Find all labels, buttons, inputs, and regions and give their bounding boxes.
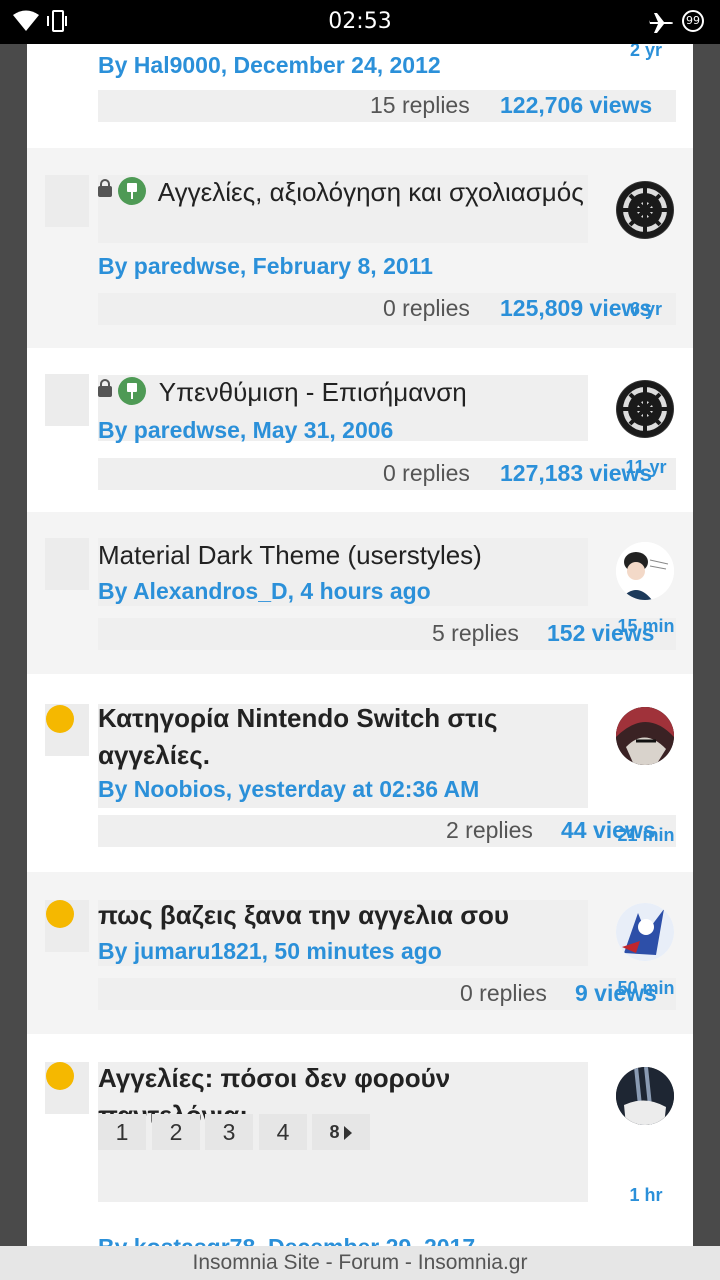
last-post-time[interactable]: 11 yr (602, 457, 690, 478)
status-bar: 02:53 99 (0, 0, 720, 44)
topic-title[interactable]: Material Dark Theme (userstyles) (98, 537, 588, 574)
topic-stats: 0 replies 125,809 views (98, 293, 676, 325)
topic-title[interactable]: Αγγελίες, αξιολόγηση και σχολιασμός (98, 174, 588, 211)
topic-row[interactable]: πως βαζεις ξανα την αγγελια σου By jumar… (27, 872, 693, 1034)
page-title-bar: Insomnia Site - Forum - Insomnia.gr (0, 1246, 720, 1280)
topic-author[interactable]: By Alexandros_D, 4 hours ago (98, 578, 588, 605)
topic-title[interactable]: Κατηγορία Nintendo Switch στις αγγελίες. (98, 700, 588, 774)
lock-icon (98, 378, 112, 397)
topic-stats: 5 replies 152 views (98, 618, 676, 650)
topic-row[interactable]: Material Dark Theme (userstyles) By Alex… (27, 512, 693, 674)
page-link[interactable]: 2 (152, 1114, 200, 1150)
topic-row[interactable]: Υπενθύμιση - Επισήμανση By paredwse, May… (27, 348, 693, 512)
topic-row[interactable]: Αγγελίες: πόσοι δεν φορούν παντελόνια; 1… (27, 1034, 693, 1246)
topic-author[interactable]: By paredwse, February 8, 2011 (98, 253, 588, 280)
user-avatar[interactable] (616, 707, 674, 765)
last-post-time[interactable]: 50 min (602, 978, 690, 999)
lock-icon (98, 178, 112, 197)
clock: 02:53 (328, 9, 392, 34)
last-post-time[interactable]: 15 min (602, 616, 690, 637)
user-avatar[interactable] (616, 903, 674, 961)
last-post-time[interactable]: 21 min (602, 825, 690, 846)
topic-stats: 2 replies 44 views (98, 815, 676, 847)
last-page-link[interactable]: 8 (312, 1114, 370, 1150)
topic-list: By Hal9000, December 24, 2012 2 yr 15 re… (27, 44, 693, 1246)
user-avatar[interactable] (616, 1067, 674, 1125)
page-link[interactable]: 3 (205, 1114, 253, 1150)
last-post-time[interactable]: 1 hr (602, 1185, 690, 1206)
forum-content[interactable]: By Hal9000, December 24, 2012 2 yr 15 re… (0, 44, 720, 1246)
topic-stats: 15 replies 122,706 views (98, 90, 676, 122)
page-link[interactable]: 1 (98, 1114, 146, 1150)
arrow-right-icon (343, 1126, 352, 1141)
page-link[interactable]: 4 (259, 1114, 307, 1150)
pin-icon (118, 377, 146, 406)
battery-indicator: 99 (682, 10, 704, 32)
galactic-empire-avatar[interactable] (616, 181, 674, 239)
reply-count: 0 replies (460, 980, 547, 1006)
read-marker (45, 374, 89, 426)
reply-count: 5 replies (432, 620, 519, 646)
topic-row[interactable]: Αγγελίες, αξιολόγηση και σχολιασμός By p… (27, 148, 693, 348)
airplane-mode-icon (649, 13, 673, 33)
galactic-empire-avatar[interactable] (616, 380, 674, 438)
topic-author[interactable]: By jumaru1821, 50 minutes ago (98, 938, 588, 965)
topic-stats: 0 replies 9 views (98, 978, 676, 1010)
reply-count: 0 replies (383, 460, 470, 486)
reply-count: 15 replies (370, 92, 470, 118)
topic-author[interactable]: By Noobios, yesterday at 02:36 AM (98, 776, 588, 803)
topic-row[interactable]: By Hal9000, December 24, 2012 2 yr 15 re… (27, 44, 693, 148)
topic-row[interactable]: Κατηγορία Nintendo Switch στις αγγελίες.… (27, 674, 693, 872)
user-avatar[interactable] (616, 542, 674, 600)
unread-indicator-icon[interactable] (46, 1062, 74, 1090)
topic-stats: 0 replies 127,183 views (98, 458, 676, 490)
topic-title[interactable]: πως βαζεις ξανα την αγγελια σου (98, 897, 588, 934)
topic-author[interactable]: By paredwse, May 31, 2006 (98, 417, 588, 444)
pin-icon (118, 177, 146, 206)
unread-indicator-icon[interactable] (46, 705, 74, 733)
view-count: 122,706 views (500, 92, 653, 118)
last-post-time[interactable]: 6 yr (602, 299, 690, 320)
unread-indicator-icon[interactable] (46, 900, 74, 928)
read-marker (45, 538, 89, 590)
last-post-time[interactable]: 2 yr (602, 44, 690, 61)
topic-author[interactable]: By Hal9000, December 24, 2012 (98, 52, 588, 79)
topic-author[interactable]: By kostasgr78, December 29, 2017 (98, 1234, 588, 1246)
topic-title[interactable]: Υπενθύμιση - Επισήμανση (98, 374, 588, 411)
reply-count: 0 replies (383, 295, 470, 321)
reply-count: 2 replies (446, 817, 533, 843)
read-marker (45, 175, 89, 227)
left-edge (0, 44, 27, 1246)
right-edge (693, 44, 720, 1246)
